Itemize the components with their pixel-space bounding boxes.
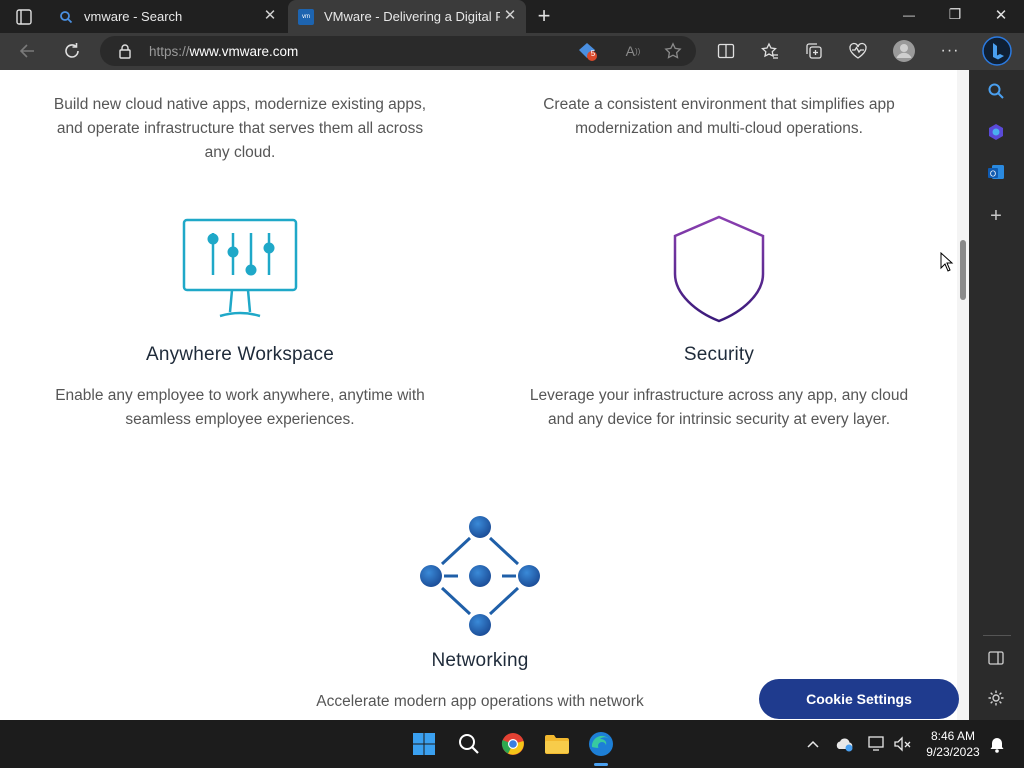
read-aloud-icon[interactable]: A)): [621, 39, 645, 63]
cookie-settings-button[interactable]: Cookie Settings: [759, 679, 959, 719]
file-explorer-icon[interactable]: [543, 730, 571, 758]
close-window-button[interactable]: ✕: [990, 6, 1012, 24]
monitor-sliders-icon: [182, 218, 298, 325]
clock-date: 9/23/2023: [926, 745, 980, 759]
collections-icon[interactable]: [802, 39, 826, 63]
security-title: Security: [683, 344, 755, 365]
vmware-favicon: vm: [298, 8, 314, 25]
sidebar-add-icon[interactable]: +: [985, 205, 1007, 227]
sidebar-copilot-icon[interactable]: [985, 121, 1007, 143]
sidebar-divider: [983, 635, 1011, 636]
extension-badge: 5: [590, 49, 596, 58]
browser-toolbar: https://www.vmware.com 5 A)) ···: [0, 33, 1024, 70]
bing-chat-icon[interactable]: [982, 36, 1012, 66]
shield-icon: [672, 214, 766, 329]
system-clock[interactable]: 8:46 AM 9/23/2023: [920, 728, 986, 760]
windows-taskbar: 8:46 AM 9/23/2023: [0, 720, 1024, 768]
tab-vmware-search[interactable]: vmware - Search ✕: [50, 0, 286, 33]
cloud-infrastructure-description: Create a consistent environment that sim…: [543, 96, 895, 137]
tab-strip: vmware - Search ✕ vm VMware - Delivering…: [0, 0, 1024, 33]
refresh-icon[interactable]: [60, 39, 84, 63]
onedrive-icon[interactable]: [835, 734, 855, 754]
page-scrollbar[interactable]: [957, 70, 969, 720]
sidebar-settings-icon[interactable]: [985, 687, 1007, 709]
volume-muted-icon[interactable]: [893, 734, 913, 754]
chrome-icon[interactable]: [499, 730, 527, 758]
new-tab-button[interactable]: +: [533, 3, 555, 29]
show-hidden-icons[interactable]: [803, 734, 823, 754]
active-app-indicator: [594, 763, 608, 766]
sidebar-search-icon[interactable]: [985, 80, 1007, 102]
tab-actions-icon[interactable]: [15, 8, 33, 26]
minimize-button[interactable]: —: [898, 8, 920, 22]
close-tab-icon[interactable]: ✕: [502, 8, 518, 24]
hide-sidebar-icon[interactable]: [985, 647, 1007, 669]
favorites-icon[interactable]: [758, 39, 782, 63]
split-screen-icon[interactable]: [714, 39, 738, 63]
app-platform-description: Build new cloud native apps, modernize e…: [53, 96, 427, 161]
cut-off-heading-left: [175, 70, 305, 72]
lock-icon[interactable]: [118, 43, 132, 64]
anywhere-workspace-description: Enable any employee to work anywhere, an…: [55, 387, 425, 428]
search-icon: [58, 9, 74, 25]
browser-essentials-icon[interactable]: [846, 39, 870, 63]
tab-label: vmware - Search: [84, 9, 183, 24]
anywhere-workspace-title: Anywhere Workspace: [145, 344, 335, 365]
svg-text:O: O: [990, 170, 996, 179]
edge-sidebar: O +: [969, 70, 1024, 720]
scrollbar-thumb[interactable]: [960, 240, 966, 300]
notification-bell-icon[interactable]: [987, 734, 1007, 754]
cut-off-heading-right: [628, 70, 813, 72]
tab-label: VMware - Delivering a Digital Fo: [324, 9, 500, 24]
network-status-icon[interactable]: [867, 734, 887, 754]
address-bar[interactable]: https://www.vmware.com: [100, 36, 696, 66]
taskbar-search-icon[interactable]: [455, 730, 483, 758]
networking-title: Networking: [431, 650, 529, 671]
url-text: https://www.vmware.com: [149, 44, 299, 59]
back-icon[interactable]: [16, 39, 40, 63]
restore-button[interactable]: ❐: [944, 6, 966, 23]
close-tab-icon[interactable]: ✕: [262, 8, 278, 24]
security-description: Leverage your infrastructure across any …: [529, 387, 909, 428]
networking-description: Accelerate modern app operations with ne…: [316, 693, 644, 710]
start-icon[interactable]: [410, 730, 438, 758]
page-viewport: Build new cloud native apps, modernize e…: [0, 70, 969, 720]
more-options-icon[interactable]: ···: [938, 39, 962, 63]
network-nodes-icon: [418, 514, 542, 643]
extension-icon[interactable]: 5: [575, 39, 599, 63]
favorite-star-icon[interactable]: [661, 39, 685, 63]
tab-vmware-home[interactable]: vm VMware - Delivering a Digital Fo ✕: [288, 0, 526, 33]
clock-time: 8:46 AM: [930, 729, 976, 743]
mouse-cursor-icon: [940, 251, 954, 278]
profile-avatar[interactable]: [892, 39, 916, 63]
sidebar-outlook-icon[interactable]: O: [985, 161, 1007, 183]
edge-icon[interactable]: [587, 730, 615, 758]
